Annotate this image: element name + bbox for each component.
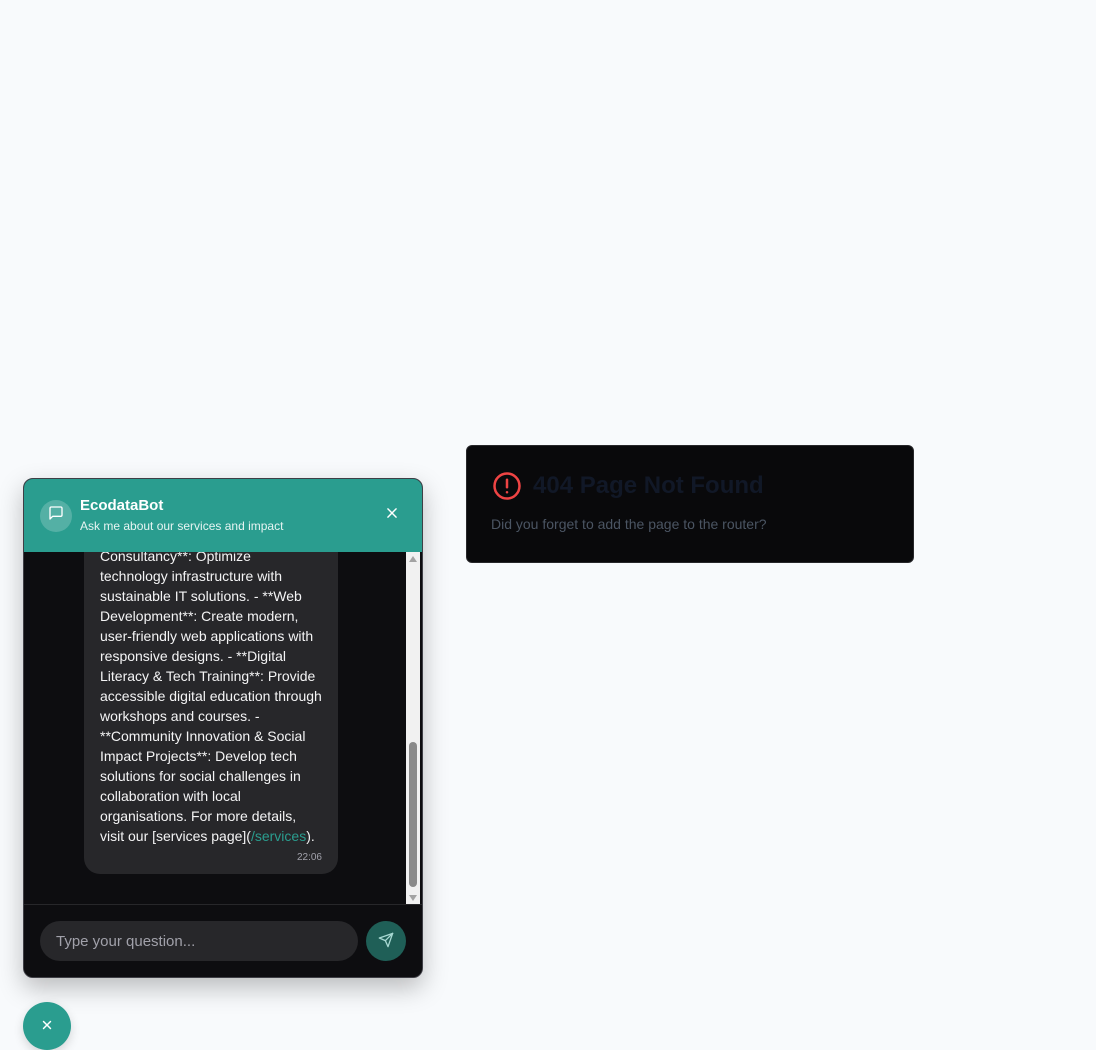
page-title: 404 Page Not Found bbox=[533, 472, 764, 499]
close-icon bbox=[385, 506, 399, 525]
scroll-down-arrow[interactable] bbox=[406, 891, 420, 905]
message-text-end: ). bbox=[306, 828, 315, 844]
bot-avatar bbox=[40, 499, 72, 532]
chat-header: EcodataBot Ask me about our services and… bbox=[24, 479, 422, 552]
message-list[interactable]: Consultancy**: Optimize technology infra… bbox=[24, 552, 408, 905]
message-scrollbar[interactable] bbox=[406, 552, 420, 905]
chat-widget: EcodataBot Ask me about our services and… bbox=[23, 478, 423, 978]
close-icon bbox=[40, 1018, 54, 1035]
not-found-header: 404 Page Not Found bbox=[491, 470, 889, 502]
scrollbar-thumb[interactable] bbox=[409, 742, 417, 887]
chat-close-button[interactable] bbox=[384, 507, 400, 523]
message-square-icon bbox=[48, 505, 64, 526]
bot-name: EcodataBot bbox=[80, 497, 164, 514]
bot-subtitle: Ask me about our services and impact bbox=[80, 519, 284, 533]
send-icon bbox=[378, 932, 394, 951]
services-link[interactable]: /services bbox=[251, 828, 306, 844]
alert-circle-icon bbox=[491, 470, 523, 502]
bot-message: Consultancy**: Optimize technology infra… bbox=[84, 552, 338, 874]
scroll-up-arrow[interactable] bbox=[406, 552, 420, 566]
message-timestamp: 22:06 bbox=[296, 852, 322, 863]
chat-input[interactable] bbox=[40, 921, 358, 961]
chat-input-bar bbox=[24, 904, 422, 977]
send-button[interactable] bbox=[366, 921, 406, 961]
not-found-description: Did you forget to add the page to the ro… bbox=[491, 516, 767, 532]
not-found-card: 404 Page Not Found Did you forget to add… bbox=[466, 445, 914, 563]
chat-toggle-button[interactable] bbox=[23, 1002, 71, 1050]
message-text: Consultancy**: Optimize technology infra… bbox=[100, 552, 322, 844]
